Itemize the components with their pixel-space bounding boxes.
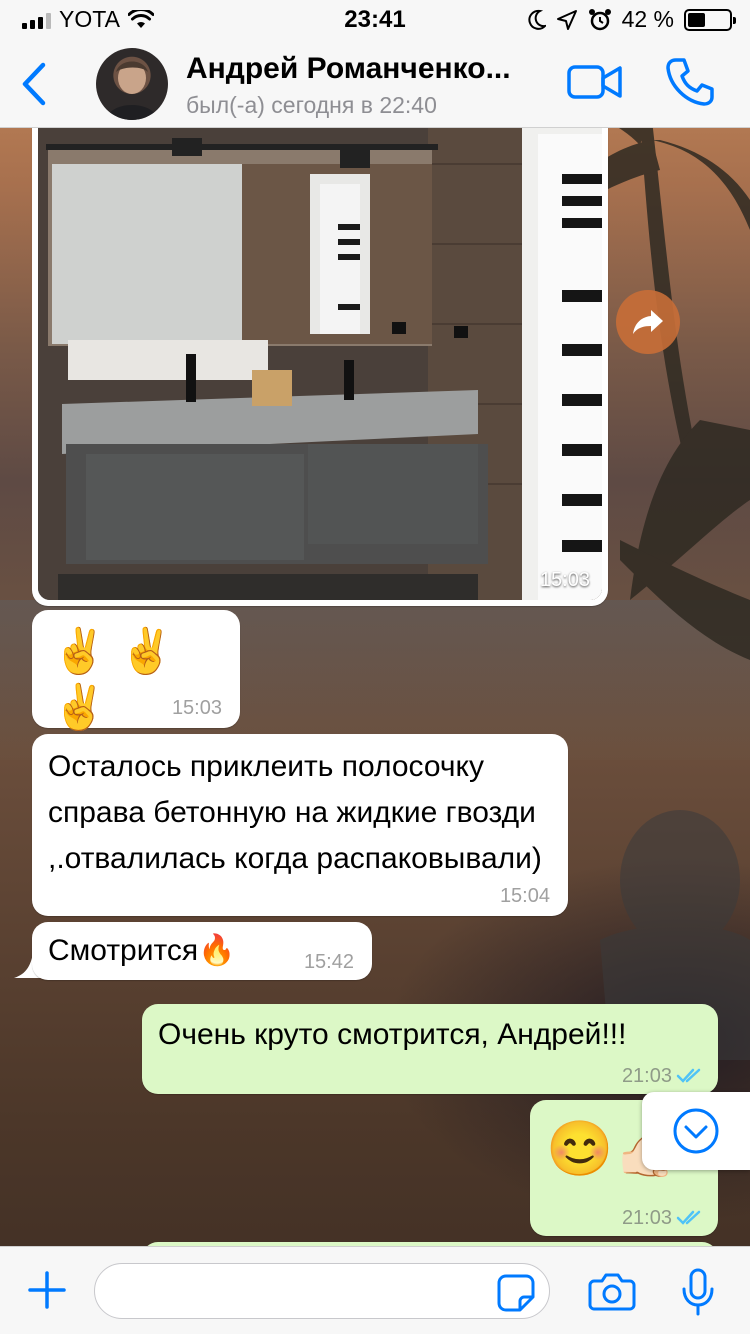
microphone-icon [682,1268,714,1316]
forward-button[interactable] [616,290,680,354]
contact-name[interactable]: Андрей Романченко... [186,52,546,86]
message-timestamp: 15:04 [499,885,550,907]
emoji-message-incoming[interactable]: ✌️ ✌️ ✌️ 15:03 [32,610,240,732]
status-right: 42 % [526,6,736,33]
video-call-icon [567,65,622,99]
photo-message[interactable]: 15:03 [32,128,608,606]
message-timestamp: 21:03 [621,1065,672,1087]
attach-button[interactable] [26,1269,68,1311]
read-ticks-icon [676,1068,701,1083]
photo-image [38,128,602,600]
text-message-incoming-last[interactable]: Смотрится🔥 15:42 [32,922,372,980]
alarm-icon [588,8,611,30]
read-ticks-icon [676,1210,701,1225]
chevron-down-circle-icon [673,1108,719,1154]
avatar-photo [106,61,158,120]
message-text: Очень круто смотрится, Андрей!!! [158,1018,627,1051]
text-message-outgoing[interactable]: Очень круто смотрится, Андрей!!! 21:03 [142,1004,718,1094]
phone-call-icon [666,58,714,106]
message-text: Осталось приклеить полосочку справа бето… [48,750,542,875]
message-timestamp: 21:03 [621,1207,672,1229]
signal-icon [22,11,51,29]
message-timestamp: 15:03 [171,697,222,719]
chat-messages[interactable]: 15:03 ✌️ ✌️ ✌️ 15:03 Осталось приклеить … [0,128,750,1246]
scroll-to-bottom-button[interactable] [642,1092,750,1170]
battery-percent: 42 % [621,6,674,32]
status-bar: YOTA 23:41 42 % [0,0,750,40]
camera-icon [588,1273,636,1311]
microphone-button[interactable] [680,1267,716,1317]
wifi-icon [127,9,154,28]
battery-icon [684,8,736,31]
contact-avatar[interactable] [96,48,168,120]
status-left: YOTA [22,6,154,33]
message-input-bar [0,1246,750,1334]
phone-call-button[interactable] [664,56,716,108]
back-button[interactable] [14,60,54,108]
video-call-button[interactable] [566,62,624,102]
bathroom-photo[interactable]: 15:03 [38,128,602,600]
message-timestamp: 15:42 [303,951,354,973]
photo-timestamp: 15:03 [539,569,590,591]
plus-icon [28,1271,66,1309]
sticker-icon [497,1274,535,1312]
forward-arrow-icon [633,310,663,334]
location-icon [556,9,577,30]
text-message-incoming[interactable]: Осталось приклеить полосочку справа бето… [32,734,568,916]
moon-icon [528,9,546,30]
back-chevron-icon [22,62,46,106]
camera-button[interactable] [588,1271,636,1311]
carrier-label: YOTA [59,6,120,32]
message-text: Смотрится🔥 [48,934,236,967]
contact-last-seen: был(-а) сегодня в 22:40 [186,92,437,118]
message-input[interactable] [94,1263,550,1319]
chat-header: Андрей Романченко... был(-а) сегодня в 2… [0,40,750,128]
sticker-button[interactable] [496,1273,536,1313]
